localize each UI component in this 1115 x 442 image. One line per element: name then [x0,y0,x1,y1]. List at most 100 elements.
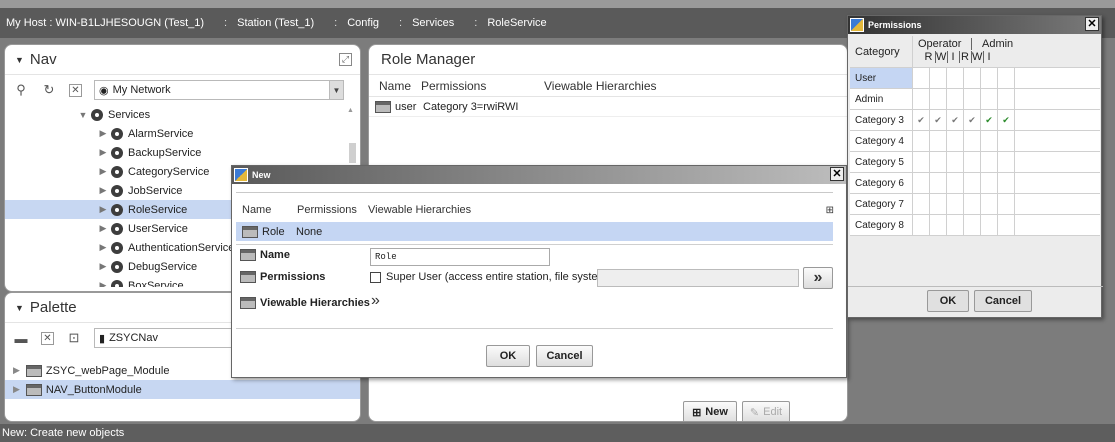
permission-row[interactable]: Admin [850,89,1100,110]
permission-checkbox[interactable] [964,152,981,172]
permission-row[interactable]: Category 7 [850,194,1100,215]
permission-checkbox[interactable] [964,215,981,235]
permission-checkbox[interactable]: ✔ [981,110,998,130]
permission-checkbox[interactable] [998,152,1015,172]
expand-right-icon[interactable]: ▶ [95,280,111,287]
expand-right-icon[interactable]: ▶ [95,166,111,177]
permission-checkbox[interactable] [947,89,964,109]
permission-checkbox[interactable]: ✔ [998,110,1015,130]
breadcrumb-services[interactable]: Services [406,17,460,29]
chevron-down-icon[interactable]: ▼ [329,81,343,99]
permission-checkbox[interactable] [930,215,947,235]
permission-checkbox[interactable] [947,131,964,151]
expand-right-icon[interactable]: ▶ [95,204,111,215]
close-icon[interactable]: ✕ [1085,17,1099,31]
permission-checkbox[interactable] [913,131,930,151]
table-row[interactable]: user Category 3=rwiRWI [369,97,847,117]
permission-checkbox[interactable] [947,68,964,88]
permission-checkbox[interactable] [998,131,1015,151]
permission-row[interactable]: User [850,68,1100,89]
cancel-button[interactable]: Cancel [536,345,593,367]
column-chooser-icon[interactable]: ⊞ [826,205,834,216]
network-select[interactable]: ◉ My Network ▼ [94,80,344,100]
ok-button[interactable]: OK [927,290,969,312]
dialog-titlebar[interactable]: Permissions ✕ [848,16,1101,34]
close-icon[interactable]: ✕ [830,167,844,181]
cancel-button[interactable]: Cancel [974,290,1032,312]
scrollbar-thumb[interactable] [349,143,356,163]
expand-right-icon[interactable]: ▶ [13,384,20,395]
permission-checkbox[interactable] [998,215,1015,235]
permission-checkbox[interactable] [913,89,930,109]
permissions-field[interactable] [597,269,799,287]
permission-checkbox[interactable]: ✔ [947,110,964,130]
permission-row[interactable]: Category 8 [850,215,1100,236]
expand-right-icon[interactable]: ▶ [95,128,111,139]
breadcrumb-roleservice[interactable]: RoleService [481,17,552,29]
permission-checkbox[interactable] [981,194,998,214]
permission-checkbox[interactable] [981,215,998,235]
tree-item[interactable]: ▶ AlarmService [5,124,360,143]
permission-checkbox[interactable] [930,173,947,193]
permission-checkbox[interactable] [981,173,998,193]
close-icon[interactable]: ✕ [69,83,82,97]
dialog-titlebar[interactable]: New ✕ [232,166,846,184]
permission-checkbox[interactable] [964,131,981,151]
permission-row[interactable]: Category 3 ✔ ✔ ✔ ✔ ✔ ✔ [850,110,1100,131]
permission-checkbox[interactable] [930,131,947,151]
permission-checkbox[interactable] [947,152,964,172]
permission-checkbox[interactable] [930,68,947,88]
permission-checkbox[interactable] [998,68,1015,88]
expand-right-icon[interactable]: ▶ [95,147,111,158]
refresh-icon[interactable]: ↻ [41,82,57,98]
column-permissions[interactable]: Permissions [287,204,357,216]
permission-checkbox[interactable] [947,215,964,235]
permission-checkbox[interactable] [930,89,947,109]
permission-checkbox[interactable] [913,68,930,88]
expand-right-icon[interactable]: ▶ [95,185,111,196]
permission-checkbox[interactable] [981,152,998,172]
permission-checkbox[interactable] [930,152,947,172]
expand-right-icon[interactable]: ▶ [95,223,111,234]
permission-row[interactable]: Category 5 [850,152,1100,173]
permission-checkbox[interactable] [913,173,930,193]
ok-button[interactable]: OK [486,345,530,367]
expand-down-icon[interactable]: ▼ [75,110,91,120]
permission-checkbox[interactable]: ✔ [913,110,930,130]
breadcrumb-station[interactable]: Station (Test_1) [231,17,320,29]
close-icon[interactable]: ✕ [41,331,54,345]
name-field[interactable]: Role [370,248,550,266]
tree-item[interactable]: ▶ BackupService [5,143,360,162]
scroll-up-icon[interactable]: ▲ [347,107,354,114]
find-icon[interactable]: ⊡ [66,330,82,346]
table-row[interactable]: Role None [236,222,833,241]
connect-icon[interactable]: ⚲ [13,82,29,98]
edit-button[interactable]: ✎ Edit [742,401,790,421]
permission-checkbox[interactable]: ✔ [930,110,947,130]
breadcrumb-host[interactable]: My Host : WIN-B1LJHESOUGN (Test_1) [0,17,210,29]
permission-checkbox[interactable]: ✔ [964,110,981,130]
permission-checkbox[interactable] [913,215,930,235]
permission-checkbox[interactable] [981,131,998,151]
column-name[interactable]: Name [242,204,287,216]
palette-item[interactable]: ▶ NAV_ButtonModule [5,380,360,399]
permission-checkbox[interactable] [998,89,1015,109]
permission-checkbox[interactable] [964,173,981,193]
permission-checkbox[interactable] [947,173,964,193]
permission-row[interactable]: Category 4 [850,131,1100,152]
expand-right-icon[interactable]: ▶ [95,242,111,253]
column-name[interactable]: Name [369,79,411,93]
expand-right-icon[interactable]: ▶ [13,365,20,376]
collapse-icon[interactable]: ▼ [15,303,24,313]
permission-checkbox[interactable] [964,194,981,214]
column-viewable-hierarchies[interactable]: Viewable Hierarchies [526,79,657,93]
permission-checkbox[interactable] [947,194,964,214]
breadcrumb-config[interactable]: Config [341,17,385,29]
permission-checkbox[interactable] [964,68,981,88]
permissions-editor-button[interactable]: » [803,267,833,289]
permission-checkbox[interactable] [981,68,998,88]
maximize-icon[interactable]: ⤢ [339,53,352,66]
super-user-checkbox[interactable] [370,271,381,283]
expand-right-icon[interactable]: ▶ [95,261,111,272]
permission-checkbox[interactable] [998,194,1015,214]
